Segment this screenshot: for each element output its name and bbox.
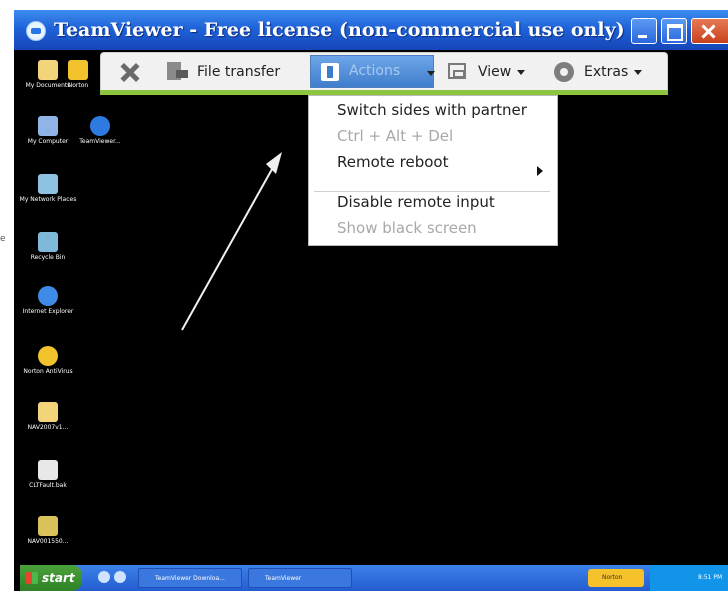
start-button[interactable]: start — [20, 565, 82, 591]
system-tray: 8:51 PM — [650, 565, 728, 591]
norton-tray-button[interactable]: Norton — [588, 569, 644, 587]
quick-launch-browser-icon[interactable] — [114, 571, 126, 583]
taskbar: start TeamViewer Downloa... TeamViewer N… — [20, 565, 728, 591]
taskbar-item-teamviewer-download[interactable]: TeamViewer Downloa... — [138, 568, 242, 588]
clock: 8:51 PM — [698, 574, 723, 581]
page-edge-fragment: e — [0, 234, 6, 244]
annotation-arrow — [181, 152, 282, 331]
quick-launch-desktop-icon[interactable] — [98, 571, 110, 583]
teamviewer-window: TeamViewer - Free license (non-commercia… — [14, 10, 728, 591]
taskbar-item-teamviewer[interactable]: TeamViewer — [248, 568, 352, 588]
